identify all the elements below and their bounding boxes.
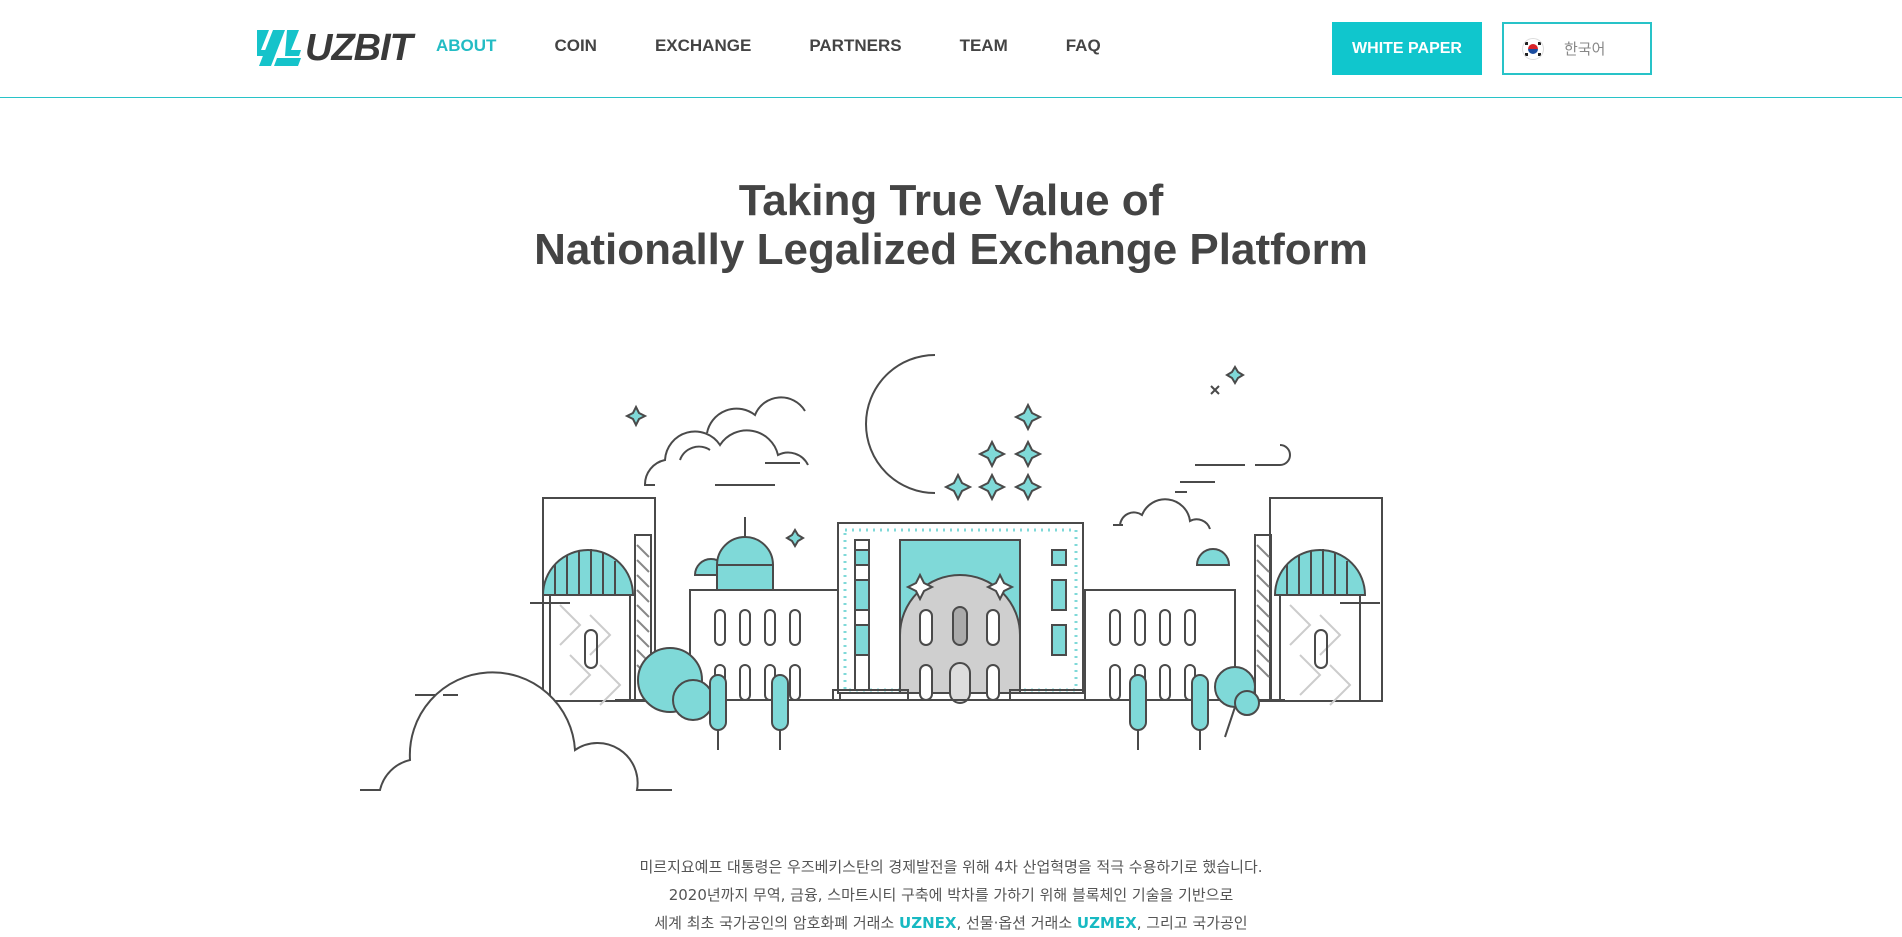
stars [624, 365, 1245, 548]
hero-title: Taking True Value of Nationally Legalize… [0, 176, 1902, 274]
intro-line3-pre: 세계 최초 국가공인의 암호화폐 거래소 [654, 914, 900, 932]
language-label: 한국어 [1564, 40, 1606, 58]
central-gate [832, 522, 1086, 704]
left-wing [689, 517, 841, 701]
nav-partners[interactable]: PARTNERS [809, 36, 901, 56]
south-korea-flag-icon [1522, 37, 1544, 60]
nav-faq[interactable]: FAQ [1066, 36, 1101, 56]
intro-line3-post: , 그리고 국가공인 [1136, 914, 1248, 932]
uzbit-logo[interactable]: UZBIT [257, 26, 413, 69]
cloud-top [643, 396, 809, 486]
right-tower [1254, 497, 1383, 706]
intro-line3-mid: , 선물·옵션 거래소 [956, 914, 1077, 932]
sparkle-x-icon [1210, 385, 1220, 395]
language-select[interactable]: 한국어 [1502, 22, 1652, 75]
hero-title-line1: Taking True Value of [738, 176, 1164, 225]
nav-coin[interactable]: COIN [554, 36, 597, 56]
nav-about[interactable]: ABOUT [436, 36, 496, 56]
uznex-highlight: UZNEX [899, 914, 957, 932]
nav-exchange[interactable]: EXCHANGE [655, 36, 751, 56]
logo-text: UZBIT [305, 26, 413, 69]
hero-title-line2: Nationally Legalized Exchange Platform [534, 225, 1368, 274]
intro-line2: 2020년까지 무역, 금융, 스마트시티 구축에 박차를 가하기 위해 블록체… [668, 886, 1234, 904]
right-wing [1084, 548, 1236, 701]
uzbit-logo-icon [257, 30, 301, 66]
white-paper-button[interactable]: WHITE PAPER [1332, 22, 1482, 75]
intro-text: 미르지요예프 대통령은 우즈베키스탄의 경제발전을 위해 4차 산업혁명을 적극… [0, 853, 1902, 937]
nav-team[interactable]: TEAM [960, 36, 1008, 56]
palace-illustration [360, 354, 1383, 791]
main-nav: ABOUT COIN EXCHANGE PARTNERS TEAM FAQ [436, 36, 1159, 56]
intro-line1: 미르지요예프 대통령은 우즈베키스탄의 경제발전을 위해 4차 산업혁명을 적극… [639, 858, 1263, 876]
uzmex-highlight: UZMEX [1076, 914, 1137, 932]
intro-line3: 세계 최초 국가공인의 암호화폐 거래소 UZNEX, 선물·옵션 거래소 UZ… [0, 909, 1902, 937]
moon-icon [865, 354, 936, 494]
cloud-right [1113, 498, 1211, 530]
site-header: UZBIT ABOUT COIN EXCHANGE PARTNERS TEAM … [0, 0, 1902, 98]
